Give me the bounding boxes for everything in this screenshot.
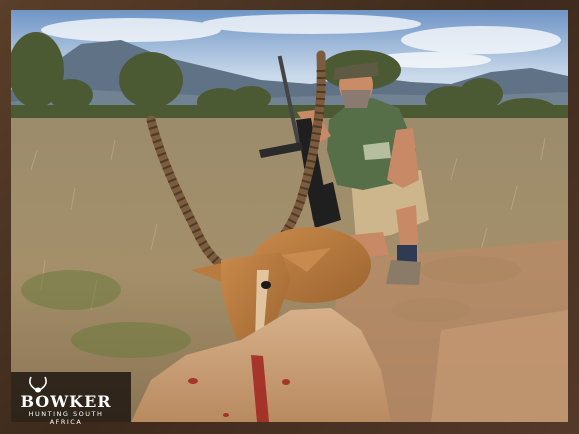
hunting-photo (11, 10, 568, 422)
hunter-beard (341, 90, 371, 108)
antelope-eye (261, 281, 271, 289)
logo-brand-name: BOWKER (20, 392, 112, 411)
shirt-logo (363, 142, 391, 160)
brand-logo: BOWKER HUNTING SOUTH AFRICA (11, 372, 131, 426)
logo-tagline: HUNTING SOUTH AFRICA (28, 410, 104, 426)
hunter-boot (386, 260, 421, 285)
kudu-horns-icon (29, 376, 47, 393)
